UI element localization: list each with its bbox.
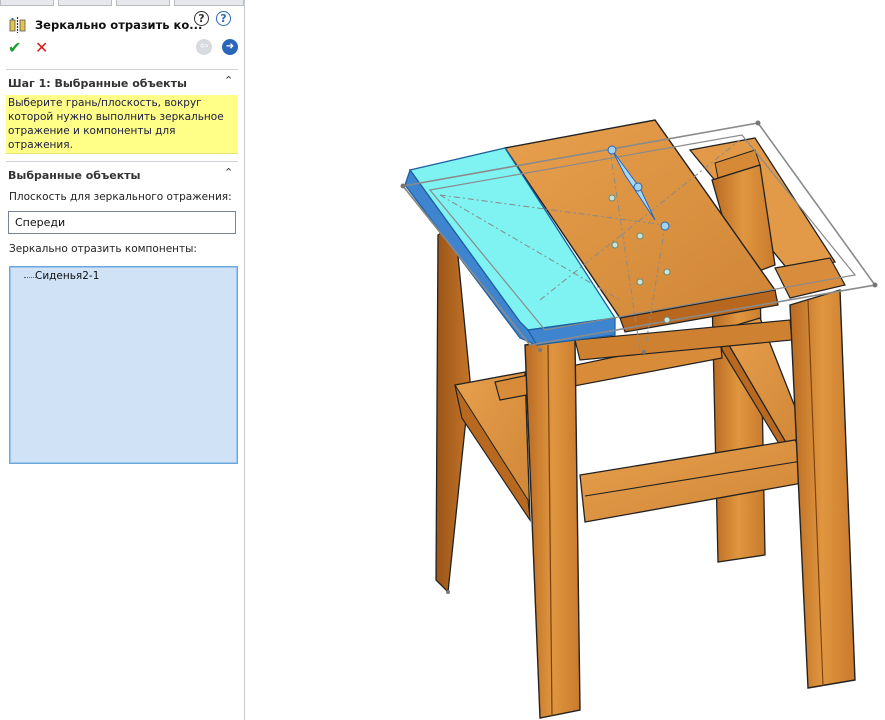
separator — [6, 69, 238, 70]
rail-front[interactable] — [579, 439, 809, 523]
mirror-components-icon — [9, 17, 26, 33]
selected-title: Выбранные объекты — [8, 169, 141, 182]
step1-title: Шаг 1: Выбранные объекты — [8, 77, 187, 90]
help-circle-glyph: ? — [220, 12, 227, 25]
leg-front-left[interactable] — [524, 339, 581, 719]
selected-collapse-icon[interactable]: ⌃ — [224, 166, 233, 179]
components-list[interactable]: Сиденья2-1 — [9, 266, 238, 464]
help-icon[interactable]: ? — [194, 11, 209, 26]
panel-titlebar: Зеркально отразить ко... ? ? — [0, 6, 244, 34]
cancel-x-icon[interactable]: ✕ — [35, 38, 48, 57]
plane-field[interactable]: Спереди — [8, 211, 236, 234]
next-arrow-icon[interactable]: ➜ — [222, 39, 238, 55]
property-manager-panel: Зеркально отразить ко... ? ? ✔ ✕ ⇦ ➜ Шаг… — [0, 0, 245, 720]
help-circle-icon[interactable]: ? — [216, 11, 231, 26]
components-label: Зеркально отразить компоненты: — [9, 243, 197, 255]
graphics-viewport[interactable] — [245, 0, 885, 720]
step1-collapse-icon[interactable]: ⌃ — [224, 74, 233, 87]
plane-label: Плоскость для зеркального отражения: — [9, 191, 232, 203]
panel-actions: ✔ ✕ ⇦ ➜ — [0, 36, 244, 58]
list-item[interactable]: Сиденья2-1 — [35, 270, 99, 282]
leg-front-right[interactable] — [789, 289, 856, 689]
panel-title: Зеркально отразить ко... — [35, 18, 203, 32]
help-glyph: ? — [198, 12, 205, 25]
step1-hint: Выберите грань/плоскость, вокруг которой… — [6, 95, 238, 154]
stool-model — [400, 119, 878, 719]
back-arrow-icon[interactable]: ⇦ — [196, 39, 212, 55]
ok-check-icon[interactable]: ✔ — [8, 38, 21, 57]
separator — [6, 161, 238, 162]
